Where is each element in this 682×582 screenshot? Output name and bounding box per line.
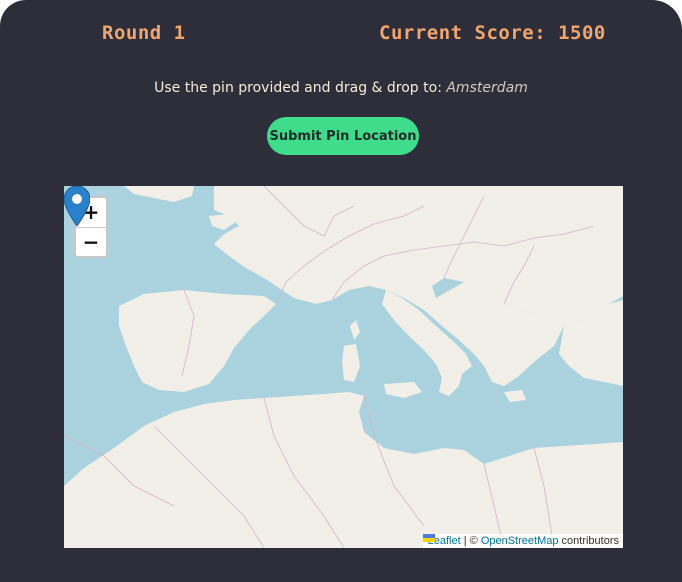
openstreetmap-link[interactable]: OpenStreetMap [481,535,559,547]
game-panel: Round 1 Current Score: 1500 Use the pin … [0,0,682,582]
map-view[interactable]: + − Leaflet | © OpenStreetMap contributo… [64,186,623,548]
map-attribution: Leaflet | © OpenStreetMap contributors [422,534,623,548]
instruction-prompt: Use the pin provided and drag & drop to: [154,80,447,96]
instruction-text: Use the pin provided and drag & drop to:… [0,80,682,96]
ukraine-flag-icon [422,534,435,542]
current-score: Current Score: 1500 [379,22,606,44]
map-pin-icon[interactable] [64,186,90,226]
attribution-separator: | © [460,535,481,547]
submit-pin-button[interactable]: Submit Pin Location [267,117,419,155]
attribution-suffix: contributors [558,535,619,547]
target-city: Amsterdam [446,80,528,96]
round-label: Round 1 [102,22,186,44]
map-tiles[interactable] [64,186,623,548]
zoom-out-button[interactable]: − [76,228,106,256]
